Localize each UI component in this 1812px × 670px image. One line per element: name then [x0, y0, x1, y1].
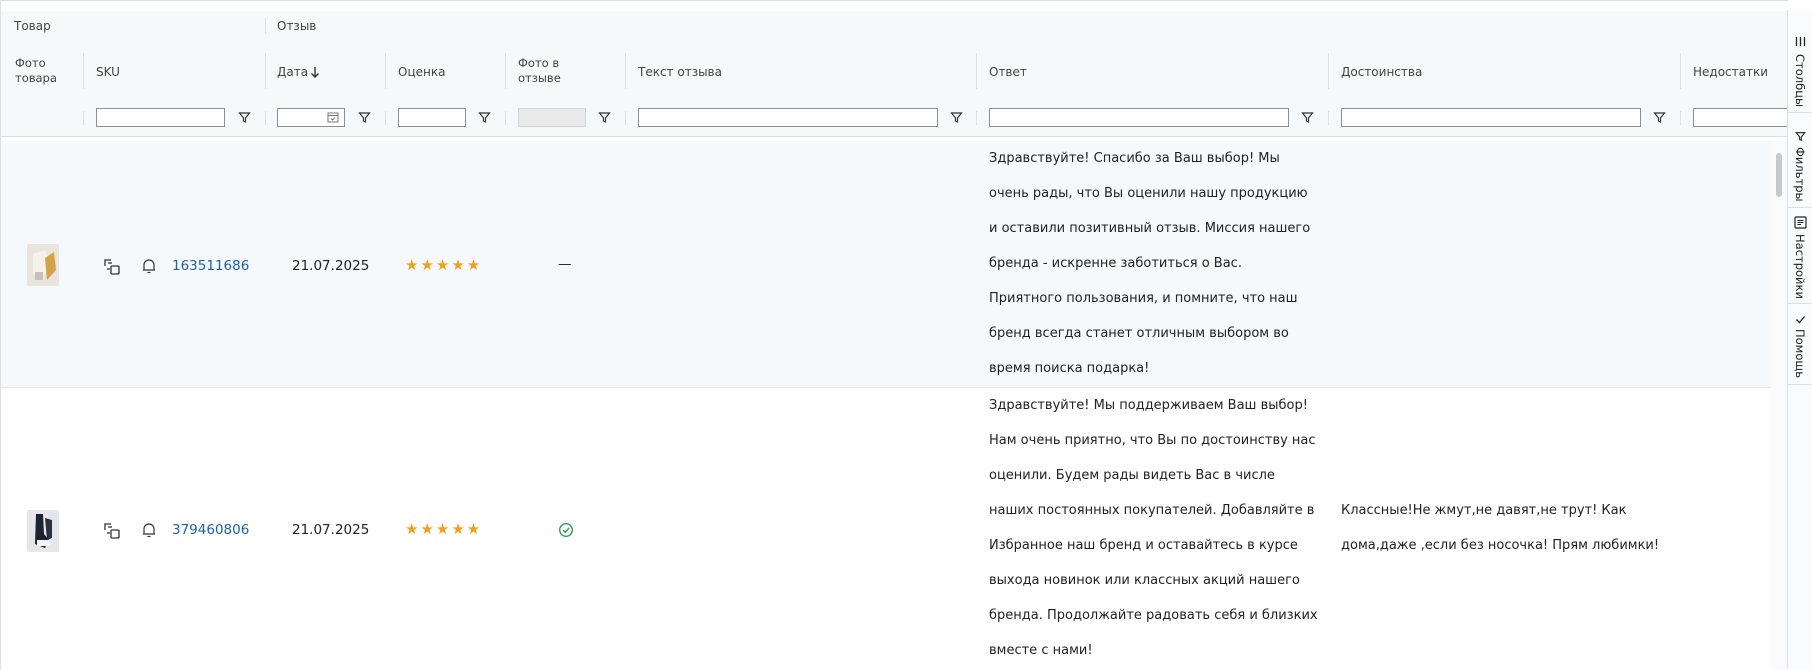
- column-divider: [1680, 53, 1681, 89]
- scrollbar-thumb[interactable]: [1776, 153, 1782, 197]
- tab-help[interactable]: Помощь: [1788, 304, 1812, 385]
- group-header-row: Товар Отзыв: [1, 11, 1788, 42]
- bell-icon[interactable]: [140, 257, 158, 275]
- column-divider: [83, 53, 84, 89]
- column-divider: [1328, 111, 1329, 125]
- settings-icon: [1794, 216, 1807, 229]
- column-divider: [505, 53, 506, 89]
- column-divider: [625, 111, 626, 125]
- filter-icon: [1795, 132, 1806, 142]
- header-review-photo[interactable]: Фото в отзыве: [518, 56, 578, 86]
- header-answer[interactable]: Ответ: [989, 65, 1027, 80]
- header-photo[interactable]: Фото товара: [15, 56, 63, 86]
- advantages-filter-input[interactable]: [1341, 108, 1641, 127]
- column-divider: [1328, 53, 1329, 89]
- column-divider: [1680, 111, 1681, 125]
- group-header-product: Товар: [14, 19, 51, 33]
- rating-stars: ★★★★★: [405, 520, 483, 538]
- product-thumbnail[interactable]: [27, 244, 59, 286]
- calendar-icon[interactable]: [327, 111, 339, 123]
- column-divider: [976, 111, 977, 125]
- column-divider: [265, 53, 266, 89]
- filter-icon[interactable]: [950, 111, 963, 124]
- rating-filter-input[interactable]: [398, 108, 466, 127]
- header-rating[interactable]: Оценка: [398, 65, 445, 80]
- answer-text: Здравствуйте! Спасибо за Ваш выбор! Мы о…: [989, 151, 1311, 376]
- answer-text: Здравствуйте! Мы поддерживаем Ваш выбор!…: [989, 398, 1318, 658]
- tab-columns[interactable]: Столбцы: [1788, 10, 1812, 113]
- review-photo-dash: —: [558, 256, 572, 272]
- rating-stars: ★★★★★: [405, 256, 483, 274]
- filter-icon[interactable]: [598, 111, 611, 124]
- filter-icon[interactable]: [238, 111, 251, 124]
- filter-icon[interactable]: [1653, 111, 1666, 124]
- disadvantages-filter-input[interactable]: [1693, 108, 1788, 127]
- sort-desc-arrow-icon[interactable]: [310, 66, 320, 79]
- column-divider: [505, 111, 506, 125]
- column-divider: [385, 111, 386, 125]
- column-divider: [83, 111, 84, 125]
- column-header-row: Фото товара SKU Дата Оценка Фото в отзыв…: [1, 41, 1788, 102]
- filter-icon[interactable]: [478, 111, 491, 124]
- sku-link[interactable]: 379460806: [172, 522, 249, 538]
- tab-columns-label: Столбцы: [1793, 54, 1807, 108]
- header-review-text[interactable]: Текст отзыва: [638, 65, 722, 80]
- check-icon: [1796, 316, 1805, 324]
- tab-filters[interactable]: Фильтры: [1788, 113, 1812, 208]
- group-header-review: Отзыв: [277, 19, 317, 33]
- header-sku[interactable]: SKU: [96, 65, 120, 80]
- filter-icon[interactable]: [358, 111, 371, 124]
- answer-filter-input[interactable]: [989, 108, 1289, 127]
- table-row[interactable]: 379460806 21.07.2025 ★★★★★ Здравствуйте!…: [1, 388, 1771, 670]
- sku-link[interactable]: 163511686: [172, 258, 249, 274]
- tab-settings[interactable]: Настройки: [1788, 208, 1812, 304]
- filter-icon[interactable]: [1301, 111, 1314, 124]
- tab-help-label: Помощь: [1793, 329, 1807, 379]
- bell-icon[interactable]: [140, 521, 158, 539]
- side-panel: Столбцы Фильтры Настройки Помощь: [1787, 10, 1812, 669]
- review-text-filter-input[interactable]: [638, 108, 938, 127]
- column-divider: [385, 53, 386, 89]
- copy-icon[interactable]: [102, 521, 122, 541]
- product-thumbnail[interactable]: [27, 510, 59, 552]
- column-divider: [976, 53, 977, 89]
- copy-icon[interactable]: [102, 257, 122, 277]
- columns-icon: [1795, 37, 1806, 46]
- column-divider: [265, 18, 266, 34]
- advantages-text: Классные!Не жмут,не давят,не трут! Как д…: [1341, 503, 1660, 553]
- header-advantages[interactable]: Достоинства: [1341, 65, 1422, 80]
- header-disadvantages[interactable]: Недостатки: [1693, 65, 1768, 80]
- column-divider: [265, 111, 266, 125]
- reviews-grid: Товар Отзыв Фото товара SKU Дата Оценка …: [0, 0, 1788, 670]
- tab-settings-label: Настройки: [1793, 234, 1807, 299]
- review-date: 21.07.2025: [292, 522, 370, 538]
- review-date: 21.07.2025: [292, 258, 370, 274]
- column-divider: [625, 53, 626, 89]
- header-date[interactable]: Дата: [277, 65, 308, 80]
- tab-filters-label: Фильтры: [1793, 147, 1807, 202]
- vertical-scrollbar[interactable]: [1771, 141, 1788, 670]
- sku-filter-input[interactable]: [96, 108, 225, 127]
- check-circle-icon: [558, 522, 574, 538]
- table-row[interactable]: 163511686 21.07.2025 ★★★★★ — Здравствуйт…: [1, 141, 1771, 388]
- review-photo-filter-input: [518, 108, 586, 127]
